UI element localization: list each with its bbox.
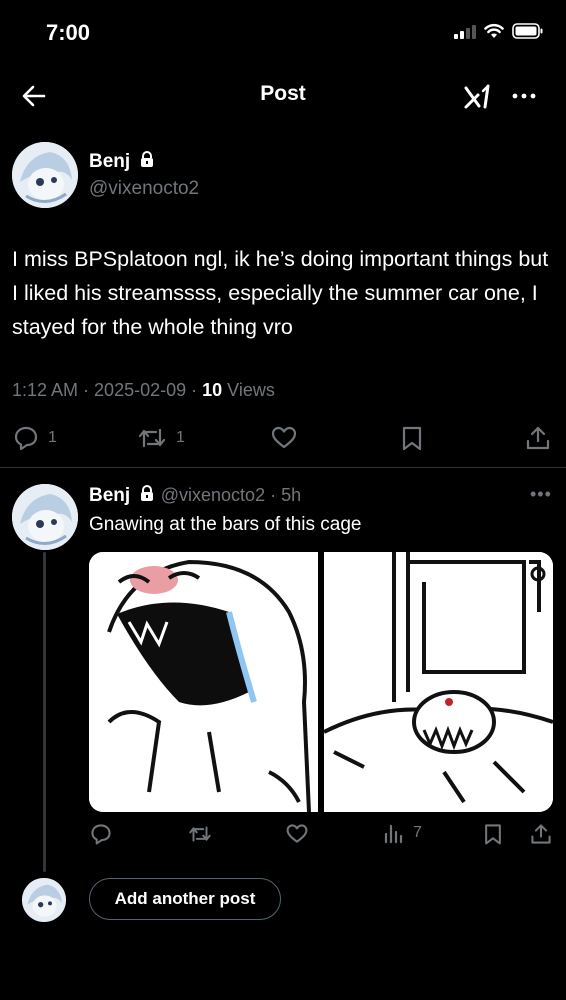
reply-icon[interactable] [89, 822, 113, 846]
gnawing-creature-drawing [323, 552, 553, 804]
repost-icon[interactable] [187, 822, 213, 846]
reply-icon [14, 426, 38, 451]
media-divider [318, 552, 324, 812]
post-meta: 1:12 AM · 2025-02-09 · 10 Views [12, 380, 275, 400]
author-handle[interactable]: @vixenocto2 [89, 178, 199, 200]
media-image-left[interactable] [89, 552, 318, 812]
main-post: Benj @vixenocto2 I miss BPSplatoon ngl, … [0, 128, 566, 468]
compose-avatar [22, 878, 66, 922]
reply-views-count: 7 [413, 824, 422, 841]
avatar-drawing [12, 484, 78, 550]
like-icon[interactable] [270, 424, 298, 452]
author-name[interactable]: Benj [89, 151, 130, 172]
reply-post[interactable]: Benj @vixenocto2 · 5h ••• Gnawing at the… [0, 470, 566, 872]
share-icon[interactable] [529, 822, 553, 846]
reply-age: 5h [281, 485, 302, 505]
status-bar: 7:00 [0, 0, 566, 62]
bookmark-icon[interactable] [398, 424, 426, 452]
battery-icon [512, 23, 543, 39]
reply-more-icon[interactable]: ••• [530, 484, 552, 505]
avatar-drawing [12, 142, 78, 208]
reply-handle[interactable]: @vixenocto2 [161, 485, 265, 505]
grok-icon[interactable] [461, 80, 495, 114]
post-time: 1:12 AM [12, 380, 79, 400]
home-indicator [208, 985, 358, 990]
reply-author-name[interactable]: Benj [89, 485, 130, 506]
reply-avatar[interactable] [12, 484, 78, 550]
views-label: Views [227, 380, 275, 400]
top-nav: Post [0, 62, 566, 128]
add-another-post-button[interactable]: Add another post [89, 878, 281, 920]
repost-icon [138, 428, 166, 448]
bookmark-icon[interactable] [481, 822, 505, 846]
repost-button[interactable]: 1 [136, 424, 185, 452]
reply-actions: 7 [89, 822, 553, 852]
avatar-drawing [22, 878, 66, 922]
thread-line [43, 552, 46, 872]
reply-media[interactable] [89, 552, 553, 812]
crying-creature-drawing [107, 559, 311, 812]
add-post-row: Add another post [0, 870, 566, 930]
views-count: 10 [202, 380, 223, 400]
status-time: 7:00 [46, 20, 91, 45]
lock-icon [140, 151, 153, 167]
post-text: I miss BPSplatoon ngl, ik he’s doing imp… [12, 247, 549, 339]
views-button[interactable]: 7 [383, 822, 422, 844]
like-icon[interactable] [285, 822, 309, 846]
repost-count: 1 [176, 429, 185, 446]
lock-icon [141, 485, 154, 501]
reply-button[interactable]: 1 [12, 424, 57, 452]
reply-header: Benj @vixenocto2 · 5h [89, 485, 302, 506]
avatar[interactable] [12, 142, 78, 208]
more-icon[interactable] [508, 80, 540, 112]
post-date: 2025-02-09 [94, 380, 187, 400]
post-actions: 1 1 [0, 424, 566, 454]
share-icon[interactable] [524, 424, 552, 452]
reply-text: Gnawing at the bars of this cage [89, 514, 362, 535]
status-icons [454, 23, 544, 39]
wifi-icon [484, 24, 504, 38]
media-image-right[interactable] [323, 552, 553, 812]
reply-count: 1 [48, 429, 57, 446]
views-icon [384, 824, 403, 844]
cellular-signal-icon [454, 23, 476, 39]
